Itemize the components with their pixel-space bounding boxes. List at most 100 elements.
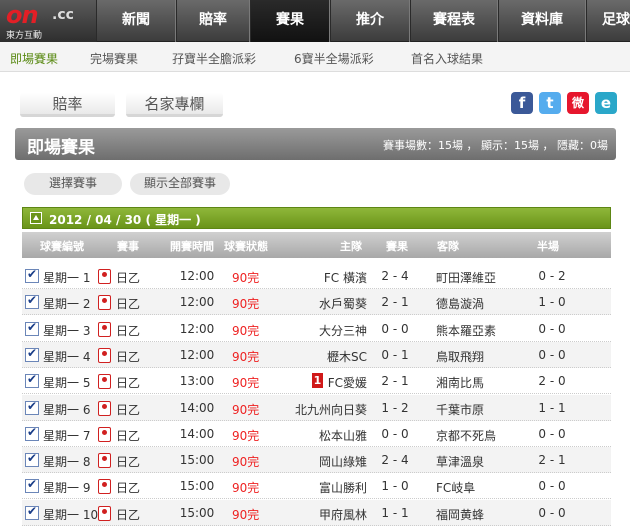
full-time-score: 1 - 2: [381, 400, 409, 415]
show-all-button[interactable]: 顯示全部賽事: [130, 173, 230, 195]
table-row: 星期一 2 日乙 12:00 90完 水戶蜀葵 2 - 1 德島漩渦 1 - 0: [22, 289, 611, 316]
full-time-score: 1 - 1: [381, 505, 409, 520]
home-team[interactable]: 大分三神: [319, 322, 367, 339]
nav-results[interactable]: 賽果: [250, 0, 330, 42]
home-team[interactable]: 松本山雅: [319, 427, 367, 444]
match-checkbox[interactable]: [25, 267, 39, 283]
table-row: 星期一 4 日乙 12:00 90完 櫪木SC 0 - 1 鳥取飛翔 0 - 0: [22, 341, 611, 368]
nav-odds[interactable]: 賠率: [176, 0, 250, 42]
full-time-score: 1 - 0: [381, 479, 409, 494]
home-team[interactable]: FC愛媛: [328, 374, 367, 391]
full-time-score: 2 - 1: [381, 295, 409, 310]
league-flag-icon: [98, 453, 111, 469]
match-status: 90完: [232, 507, 260, 522]
top-nav: on .cc 東方互動 新聞 賠率 賽果 推介 賽程表 資料庫 足球: [0, 0, 630, 42]
home-team[interactable]: 甲府風林: [319, 506, 367, 523]
kickoff-time: 14:00: [179, 426, 215, 441]
kickoff-time: 15:00: [179, 479, 215, 494]
league-name: 日乙: [116, 507, 141, 522]
subnav-six-payout[interactable]: 6寶半全場派彩: [294, 50, 374, 67]
full-time-score: 2 - 4: [381, 269, 409, 283]
away-team[interactable]: 町田澤維亞: [436, 269, 496, 286]
home-team[interactable]: 水戶蜀葵: [319, 295, 367, 312]
kickoff-time: 15:00: [179, 453, 215, 468]
nav-fixtures[interactable]: 賽程表: [410, 0, 498, 42]
tab-odds[interactable]: 賠率: [20, 93, 115, 117]
half-time-score: 0 - 0: [538, 347, 566, 362]
half-time-score: 0 - 0: [538, 426, 566, 441]
red-card-badge: 1: [312, 373, 323, 389]
away-team[interactable]: FC岐阜: [436, 479, 475, 496]
tab-columns[interactable]: 名家專欄: [126, 93, 223, 117]
table-row: 星期一 1 日乙 12:00 90完 FC 橫濱 2 - 4 町田澤維亞 0 -…: [22, 263, 611, 289]
share-icon[interactable]: e: [595, 92, 617, 114]
league-flag-icon: [98, 505, 111, 521]
logo-brand: on: [6, 1, 39, 29]
match-checkbox[interactable]: [25, 425, 39, 441]
header-home: 主隊: [340, 240, 362, 253]
match-status: 90完: [232, 428, 260, 443]
home-team[interactable]: 岡山綠雉: [319, 453, 367, 470]
away-team[interactable]: 德島漩渦: [436, 295, 484, 312]
match-status: 90完: [232, 376, 260, 391]
match-checkbox[interactable]: [25, 504, 39, 520]
match-number: 星期一 4: [43, 349, 91, 364]
match-number: 星期一 6: [43, 402, 91, 417]
league-name: 日乙: [116, 323, 141, 338]
sub-nav: 即場賽果 完場賽果 孖寶半全膽派彩 6寶半全場派彩 首名入球結果: [0, 42, 630, 72]
subnav-double-payout[interactable]: 孖寶半全膽派彩: [172, 50, 256, 67]
header-status: 球賽狀態: [224, 240, 268, 253]
section-header: 即場賽果 賽事場數：15場 ， 顯示：15場 ， 隱藏：0場: [15, 128, 616, 160]
nav-database[interactable]: 資料庫: [498, 0, 586, 42]
league-name: 日乙: [116, 428, 141, 443]
league-name: 日乙: [116, 455, 141, 470]
league-flag-icon: [98, 269, 111, 284]
match-checkbox[interactable]: [25, 293, 39, 310]
half-time-score: 1 - 1: [538, 400, 566, 415]
match-number: 星期一 2: [43, 297, 91, 312]
collapse-icon[interactable]: [30, 212, 42, 224]
match-checkbox[interactable]: [25, 477, 39, 494]
subnav-live-results[interactable]: 即場賽果: [10, 50, 58, 67]
home-team[interactable]: 富山勝利: [319, 479, 367, 496]
home-team[interactable]: FC 橫濱: [324, 269, 367, 286]
away-team[interactable]: 湘南比馬: [436, 374, 484, 391]
league-name: 日乙: [116, 376, 141, 391]
match-status: 90完: [232, 271, 260, 285]
twitter-icon[interactable]: t: [539, 92, 561, 114]
match-checkbox[interactable]: [25, 372, 39, 389]
away-team[interactable]: 千葉市原: [436, 401, 484, 418]
half-time-score: 2 - 0: [538, 374, 566, 389]
table-row: 星期一 9 日乙 15:00 90完 富山勝利 1 - 0 FC岐阜 0 - 0: [22, 473, 611, 500]
subnav-first-scorer[interactable]: 首名入球結果: [411, 50, 483, 67]
away-team[interactable]: 草津溫泉: [436, 453, 484, 470]
weibo-icon[interactable]: 微: [567, 92, 589, 114]
logo-name: 東方互動: [6, 31, 43, 41]
header-score: 賽果: [386, 240, 408, 253]
away-team[interactable]: 京都不死鳥: [436, 427, 496, 444]
home-team[interactable]: 櫪木SC: [327, 348, 367, 365]
select-matches-button[interactable]: 選擇賽事: [24, 173, 122, 195]
league-name: 日乙: [116, 402, 141, 417]
nav-football[interactable]: 足球: [586, 0, 630, 42]
match-stats: 賽事場數：15場 ， 顯示：15場 ， 隱藏：0場: [383, 139, 608, 152]
home-team[interactable]: 北九州向日葵: [295, 401, 367, 418]
subnav-full-results[interactable]: 完場賽果: [90, 50, 138, 67]
away-team[interactable]: 鳥取飛翔: [436, 348, 484, 365]
league-flag-icon: [98, 400, 111, 416]
match-number: 星期一 10: [43, 507, 99, 522]
facebook-icon[interactable]: f: [511, 92, 533, 114]
match-checkbox[interactable]: [25, 399, 39, 415]
league-name: 日乙: [116, 271, 141, 285]
away-team[interactable]: 熊本羅亞素: [436, 322, 496, 339]
nav-tips[interactable]: 推介: [330, 0, 410, 42]
nav-news[interactable]: 新聞: [96, 0, 176, 42]
league-name: 日乙: [116, 297, 141, 312]
site-logo[interactable]: on .cc 東方互動: [0, 0, 96, 42]
match-status: 90完: [232, 481, 260, 496]
match-checkbox[interactable]: [25, 346, 39, 362]
league-name: 日乙: [116, 481, 141, 496]
away-team[interactable]: 福岡黄蜂: [436, 506, 484, 523]
match-checkbox[interactable]: [25, 451, 39, 468]
match-checkbox[interactable]: [25, 320, 39, 336]
